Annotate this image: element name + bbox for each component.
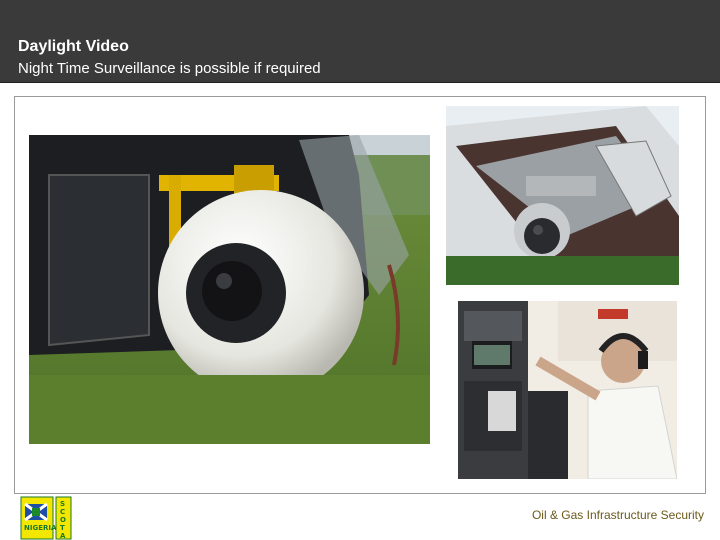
svg-text:T: T [60,524,65,532]
footer-caption: Oil & Gas Infrastructure Security [531,508,704,522]
svg-text:NIGERIA: NIGERIA [24,524,57,532]
slide-title: Daylight Video [18,38,129,55]
svg-text:C: C [60,508,65,516]
svg-text:A: A [60,532,66,540]
console-operator-photo [458,301,677,479]
helicopter-camera-ball-photo [29,135,430,444]
slide-subtitle: Night Time Surveillance is possible if r… [18,60,321,77]
svg-text:S: S [60,500,65,508]
svg-text:O: O [60,516,66,524]
nigeria-scotia-logo: NIGERIA S C O T A [20,496,72,540]
slide-header: Daylight Video Night Time Surveillance i… [0,0,720,83]
helicopter-turret-photo [446,106,679,285]
